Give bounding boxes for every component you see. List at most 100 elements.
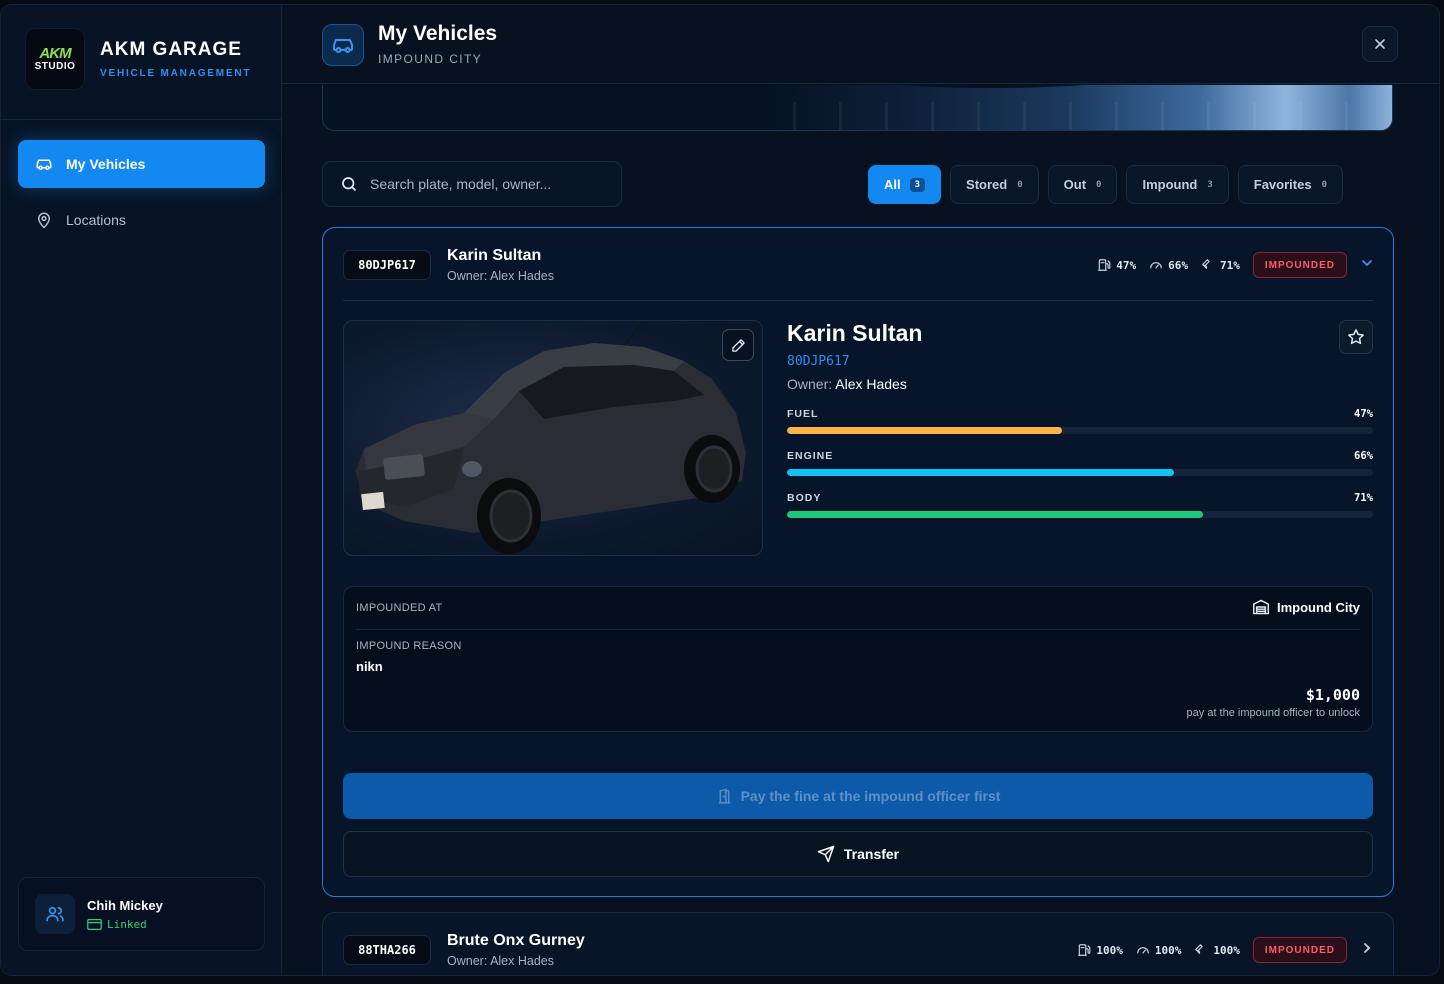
impound-info: IMPOUNDED AT Impound City IMPOUND REASON… [343,586,1373,732]
transfer-label: Transfer [843,846,900,862]
engine-value: 100% [1154,943,1182,957]
transfer-button[interactable]: Transfer [343,831,1373,877]
bar-label: BODY [787,492,822,504]
sidebar-item-locations[interactable]: Locations [18,196,265,244]
fine-note: pay at the impound officer to unlock [1186,707,1360,719]
fuel-bar-fill [787,427,1063,434]
filter-label: Favorites [1253,177,1312,192]
close-button[interactable] [1362,26,1398,62]
vehicle-stats: 47% 66% 71% IMPOUNDED [1097,252,1347,278]
fuel-icon [1098,259,1111,271]
impound-location-name: Impound City [1276,599,1360,615]
door-icon [718,788,730,804]
owner-name: Alex Hades [835,376,907,392]
logo-mark: AKM [39,44,71,62]
filter-count: 3 [909,177,926,192]
pay-fine-button[interactable]: Pay the fine at the impound officer firs… [343,773,1373,819]
vehicle-name: Brute Onx Gurney [447,932,585,949]
sidebar-item-label: Locations [66,212,126,228]
wrench-icon [1202,259,1210,269]
filter-label: All [884,177,901,192]
vehicle-card-header[interactable]: 80DJP617 Karin Sultan Owner: Alex Hades … [343,247,1373,302]
vehicle-card-collapsed[interactable]: 88THA266 Brute Onx Gurney Owner: Alex Ha… [322,912,1394,975]
gauge-icon [1137,947,1149,954]
fine-amount: $1,000 [1305,686,1360,704]
car-icon [36,159,52,170]
filter-impound[interactable]: Impound 3 [1126,165,1229,204]
car-image [356,322,746,554]
detail-vehicle-name: Karin Sultan [787,320,923,346]
status-badge: IMPOUNDED [1252,937,1347,963]
engine-value: 66% [1168,258,1188,272]
impound-reason-label: IMPOUND REASON [356,640,462,652]
filter-count: 0 [1096,179,1102,190]
body-value: 71% [1220,258,1240,272]
main-content: Search plate, model, owner... All 3 Stor… [282,85,1439,975]
search-placeholder: Search plate, model, owner... [370,176,552,192]
edit-button[interactable] [722,329,754,361]
card-icon [87,918,102,930]
body-bar: BODY 71% [787,492,1373,518]
filter-label: Out [1063,177,1087,192]
sidebar-item-label: My Vehicles [66,156,146,172]
status-badge: IMPOUNDED [1252,252,1347,278]
brand: AKM STUDIO AKM GARAGE VEHICLE MANAGEMENT [25,27,251,91]
akm-studio-logo: AKM STUDIO [25,28,85,90]
wrench-icon [1195,944,1204,954]
sidebar: AKM STUDIO AKM GARAGE VEHICLE MANAGEMENT… [1,5,282,975]
close-icon [1375,39,1385,49]
gauge-icon [1150,262,1162,269]
car-badge-icon [322,24,364,66]
filter-favorites[interactable]: Favorites 0 [1237,165,1343,204]
pencil-icon [731,338,745,352]
favorite-button[interactable] [1339,320,1373,354]
sidebar-item-my-vehicles[interactable]: My Vehicles [18,140,265,188]
vehicle-name: Karin Sultan [447,247,542,264]
page-title: My Vehicles [378,22,498,45]
user-name: Chih Mickey [87,897,163,913]
plate-badge: 88THA266 [343,935,431,965]
body-bar-fill [787,511,1204,518]
brand-title: AKM GARAGE [100,39,242,60]
avatar [35,894,75,934]
fuel-bar: FUEL 47% [787,408,1373,434]
filter-stored[interactable]: Stored 0 [950,165,1039,204]
brand-subtitle: VEHICLE MANAGEMENT [100,68,252,79]
divider [343,300,1373,301]
body-value: 100% [1213,943,1240,957]
bar-value: 47% [1354,408,1373,420]
filter-all[interactable]: All 3 [868,165,942,204]
plate-badge: 80DJP617 [343,250,431,280]
owner-label: Owner: [787,376,833,392]
map-pin-icon [38,212,50,229]
chevron-right-icon[interactable] [1361,942,1373,954]
search-input[interactable]: Search plate, model, owner... [322,161,622,207]
filter-count: 0 [1321,179,1327,190]
logo-sub: STUDIO [34,60,76,72]
vehicle-owner: Owner: Alex Hades [447,269,554,283]
chevron-down-icon[interactable] [1361,257,1373,269]
vehicle-stats: 100% 100% 100% IMPOUNDED [1077,937,1347,963]
impound-reason: nikn [356,659,383,674]
engine-bar-fill [787,469,1174,476]
user-card: Chih Mickey Linked [18,877,265,951]
filter-count: 0 [1017,179,1023,190]
page-subtitle: IMPOUND CITY [378,52,483,66]
detail-plate: 80DJP617 [787,354,850,369]
bar-label: ENGINE [787,450,834,462]
link-status: Linked [87,918,163,931]
user-status-text: Linked [107,917,147,931]
filter-label: Stored [966,177,1008,192]
vehicle-details: Karin Sultan 80DJP617 Owner: Alex Hades … [787,320,1373,518]
filter-tabs: All 3 Stored 0 Out 0 Impound 3 Favorites… [868,165,1352,204]
vehicle-owner: Owner: Alex Hades [447,954,554,968]
detail-owner: Owner: Alex Hades [787,376,1373,392]
users-icon [46,906,64,922]
garage-window: AKM STUDIO AKM GARAGE VEHICLE MANAGEMENT… [0,4,1440,976]
filter-out[interactable]: Out 0 [1047,165,1118,204]
pay-fine-label: Pay the fine at the impound officer firs… [740,788,1001,804]
vehicle-photo [343,320,763,556]
send-icon [817,845,835,863]
fuel-value: 47% [1116,258,1137,272]
impounded-at-label: IMPOUNDED AT [356,602,443,614]
